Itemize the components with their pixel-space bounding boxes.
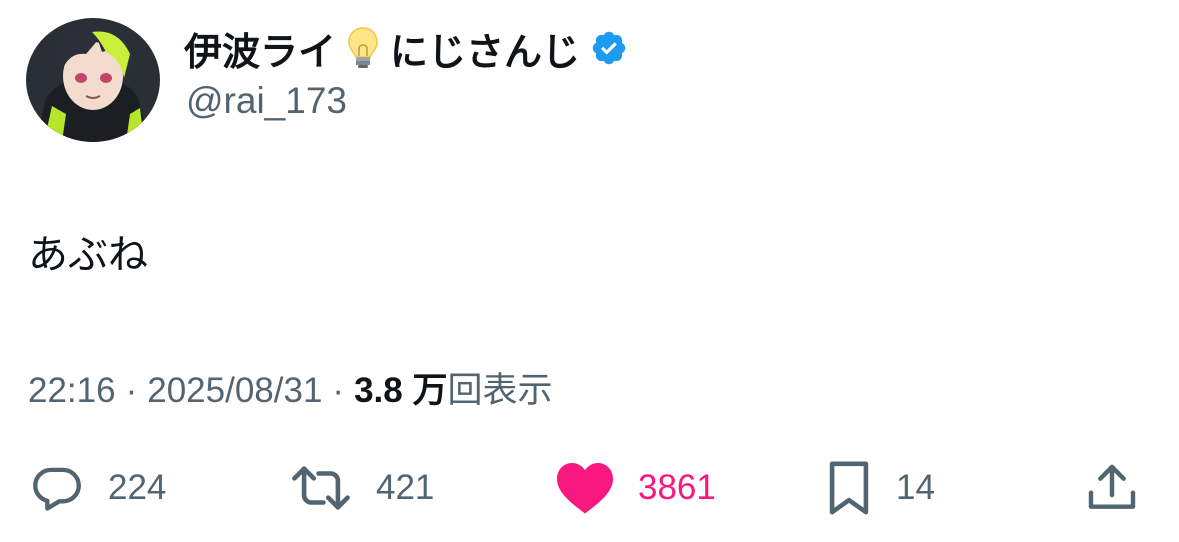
views-count[interactable]: 3.8 万	[354, 371, 447, 410]
tweet-text: あぶね	[28, 232, 148, 278]
share-button[interactable]	[1084, 458, 1140, 518]
reply-icon	[28, 459, 86, 517]
meta-separator: ·	[125, 371, 138, 410]
retweet-button[interactable]: 421	[288, 458, 434, 518]
reply-button[interactable]: 224	[28, 458, 166, 518]
retweet-icon	[288, 459, 354, 517]
user-handle[interactable]: @rai_173	[186, 80, 347, 122]
action-bar: 224 421 3861 14	[0, 450, 1179, 530]
tweet-time[interactable]: 22:16	[28, 371, 116, 411]
tweet-card: 伊波ライ にじさんじ @rai_173 あぶね 22:16 · 2025/08/…	[0, 0, 1179, 542]
reply-count: 224	[108, 468, 167, 507]
tweet-meta: 22:16 · 2025/08/31 · 3.8 万回表示	[28, 362, 552, 413]
like-count: 3861	[638, 468, 716, 507]
views-label: 回表示	[447, 371, 553, 410]
verified-icon	[590, 29, 628, 67]
bookmark-button[interactable]: 14	[824, 458, 935, 518]
like-button[interactable]: 3861	[554, 458, 716, 518]
share-icon	[1084, 460, 1140, 516]
display-name[interactable]: 伊波ライ	[184, 21, 336, 76]
display-name-suffix[interactable]: にじさんじ	[390, 21, 580, 76]
heart-icon	[554, 460, 616, 516]
bookmark-count: 14	[896, 468, 935, 507]
avatar[interactable]	[26, 18, 160, 142]
bookmark-icon	[824, 459, 874, 517]
retweet-count: 421	[376, 468, 435, 507]
display-name-row[interactable]: 伊波ライ にじさんじ	[184, 20, 628, 76]
lightbulb-icon	[346, 25, 380, 71]
tweet-date[interactable]: 2025/08/31	[147, 371, 322, 411]
meta-separator: ·	[332, 371, 345, 410]
